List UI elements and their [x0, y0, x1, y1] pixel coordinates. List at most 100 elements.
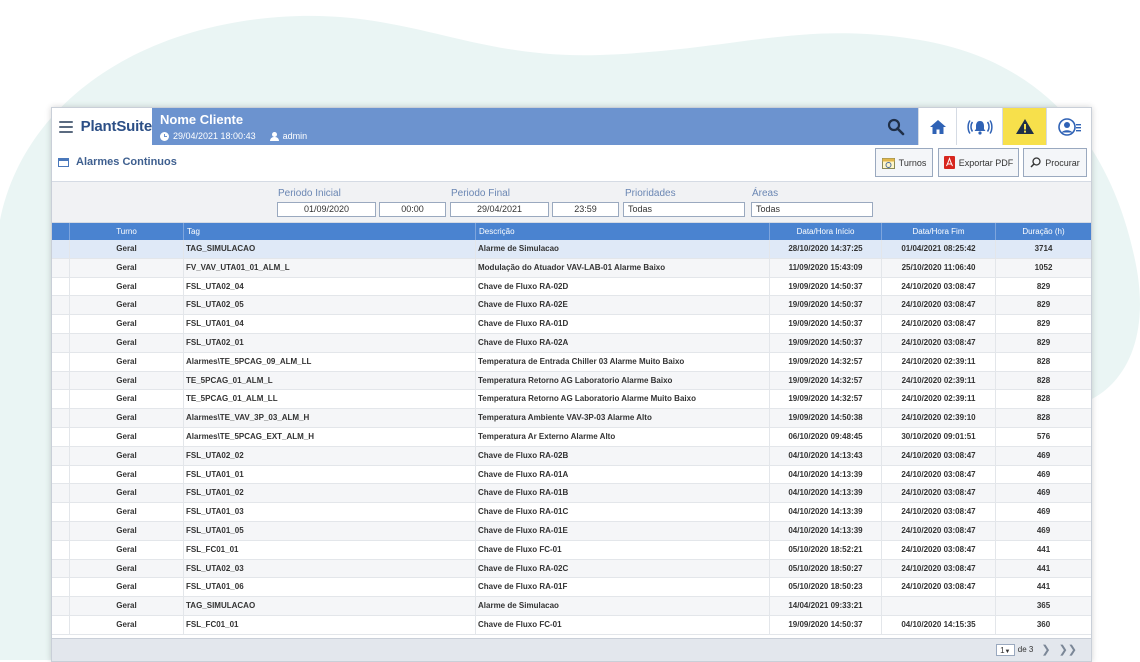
- cell-fim: 24/10/2020 03:08:47: [882, 484, 996, 503]
- table-row[interactable]: Geral TAG_SIMULACAO Alarme de Simulacao 28/…: [52, 240, 1091, 259]
- user-icon: [269, 131, 279, 141]
- cell-duracao: 829: [1036, 281, 1051, 291]
- row-spacer: [52, 296, 70, 315]
- row-spacer: [52, 521, 70, 540]
- row-spacer: [52, 427, 70, 446]
- cell-inicio: 04/10/2020 14:13:39: [770, 484, 882, 503]
- cell-fim: 24/10/2020 02:39:11: [882, 371, 996, 390]
- cell-duracao: 469: [1036, 469, 1051, 479]
- periodo-final-time-input[interactable]: 23:59: [552, 202, 619, 217]
- column-duracao[interactable]: Duração (h): [996, 223, 1091, 240]
- table-row[interactable]: Geral FSL_UTA01_01 Chave de Fluxo RA-01A 04…: [52, 465, 1091, 485]
- table-row[interactable]: Geral TE_5PCAG_01_ALM_L Temperatura Retorn…: [52, 371, 1091, 391]
- cell-descricao: Chave de Fluxo RA-02E: [476, 296, 770, 315]
- cell-inicio: 19/09/2020 14:50:37: [770, 296, 882, 315]
- cell-fim: 24/10/2020 03:08:47: [882, 315, 996, 334]
- last-page-icon[interactable]: ❯❯: [1059, 643, 1077, 656]
- table-row[interactable]: Geral Alarmes\TE_5PCAG_EXT_ALM_H Temperatu…: [52, 427, 1091, 447]
- table-row[interactable]: Geral FSL_UTA02_05 Chave de Fluxo RA-02E 19…: [52, 296, 1091, 316]
- table-row[interactable]: Geral Alarmes\TE_5PCAG_09_ALM_LL Temperatu…: [52, 352, 1091, 372]
- column-turno[interactable]: Turno: [70, 223, 184, 240]
- table-row[interactable]: Geral FSL_UTA02_03 Chave de Fluxo RA-02C 05…: [52, 559, 1091, 579]
- cell-tag: Alarmes\TE_5PCAG_09_ALM_LL: [184, 352, 476, 371]
- table-row[interactable]: Geral FSL_FC01_01 Chave de Fluxo FC-01 05/1…: [52, 540, 1091, 560]
- cell-tag: FSL_UTA02_04: [184, 277, 476, 296]
- table-row[interactable]: Geral TE_5PCAG_01_ALM_LL Temperatura Retor…: [52, 390, 1091, 410]
- page-title: Alarmes Continuos: [58, 156, 177, 168]
- table-row[interactable]: Geral FSL_FC01_01 Chave de Fluxo FC-01 19/0…: [52, 615, 1091, 635]
- row-spacer: [52, 240, 70, 258]
- table-row[interactable]: Geral Alarmes\TE_VAV_3P_03_ALM_H Temperatu…: [52, 409, 1091, 428]
- cell-fim: 24/10/2020 03:08:47: [882, 296, 996, 315]
- next-page-icon[interactable]: ❯: [1041, 643, 1050, 656]
- cell-turno: Geral: [70, 597, 184, 616]
- cell-duracao: 828: [1036, 413, 1051, 423]
- table-body: Geral TAG_SIMULACAO Alarme de Simulacao 28/…: [52, 240, 1091, 638]
- cell-duracao: 828: [1036, 375, 1051, 385]
- export-pdf-label: Exportar PDF: [958, 157, 1014, 168]
- cell-descricao: Chave de Fluxo RA-01B: [476, 484, 770, 503]
- table-row[interactable]: Geral FSL_UTA01_02 Chave de Fluxo RA-01B 04…: [52, 484, 1091, 504]
- column-inicio[interactable]: Data/Hora Início: [770, 223, 882, 240]
- pdf-icon: [943, 156, 955, 169]
- cell-inicio: 14/04/2021 09:33:21: [770, 597, 882, 616]
- cell-inicio: 19/09/2020 14:50:37: [770, 277, 882, 296]
- areas-label: Áreas: [752, 188, 779, 199]
- page-toolbar: Alarmes Continuos Turnos Exportar PDF Pr…: [52, 145, 1091, 182]
- table-row[interactable]: Geral FSL_UTA02_02 Chave de Fluxo RA-02B 04…: [52, 446, 1091, 466]
- cell-fim: 30/10/2020 09:01:51: [882, 427, 996, 446]
- periodo-inicial-time-input[interactable]: 00:00: [379, 202, 446, 217]
- row-spacer: [52, 315, 70, 334]
- search-button[interactable]: [874, 108, 918, 145]
- cell-duracao: 576: [1036, 431, 1051, 441]
- table-row[interactable]: Geral FSL_UTA02_04 Chave de Fluxo RA-02D 19…: [52, 277, 1091, 297]
- periodo-final-date-input[interactable]: 29/04/2021: [450, 202, 549, 217]
- cell-descricao: Temperatura Ar Externo Alarme Alto: [476, 427, 770, 446]
- cell-fim: 01/04/2021 08:25:42: [882, 240, 996, 258]
- filter-bar: Periodo Inicial 01/09/2020 00:00 Periodo…: [52, 182, 1091, 223]
- row-spacer: [52, 352, 70, 371]
- home-icon: [930, 119, 946, 134]
- cell-turno: Geral: [70, 315, 184, 334]
- table-row[interactable]: Geral FSL_UTA01_04 Chave de Fluxo RA-01D 19…: [52, 315, 1091, 334]
- cell-inicio: 04/10/2020 14:13:39: [770, 465, 882, 484]
- areas-select[interactable]: Todas: [751, 202, 873, 217]
- row-spacer: [52, 540, 70, 559]
- cell-duracao: 365: [1036, 601, 1051, 611]
- cell-descricao: Chave de Fluxo RA-02D: [476, 277, 770, 296]
- prioridades-select[interactable]: Todas: [623, 202, 745, 217]
- column-fim[interactable]: Data/Hora Fim: [882, 223, 996, 240]
- table-row[interactable]: Geral TAG_SIMULACAO Alarme de Simulacao 14/…: [52, 597, 1091, 616]
- cell-inicio: 04/10/2020 14:13:39: [770, 503, 882, 522]
- export-pdf-button[interactable]: Exportar PDF: [938, 148, 1019, 177]
- table-row[interactable]: Geral FSL_UTA01_03 Chave de Fluxo RA-01C 04…: [52, 503, 1091, 522]
- procurar-button[interactable]: Procurar: [1023, 148, 1087, 177]
- turnos-button[interactable]: Turnos: [875, 148, 933, 177]
- user-menu-button[interactable]: [1046, 108, 1091, 145]
- cell-inicio: 19/09/2020 14:32:57: [770, 352, 882, 371]
- cell-fim: 24/10/2020 03:08:47: [882, 559, 996, 578]
- table-row[interactable]: Geral FV_VAV_UTA01_01_ALM_L Modulação do A…: [52, 258, 1091, 278]
- cell-fim: 24/10/2020 02:39:10: [882, 409, 996, 428]
- alarms-button[interactable]: [956, 108, 1003, 145]
- magnifier-icon: [1030, 157, 1041, 168]
- periodo-inicial-date-input[interactable]: 01/09/2020: [277, 202, 376, 217]
- home-button[interactable]: [918, 108, 957, 145]
- cell-turno: Geral: [70, 484, 184, 503]
- page-select[interactable]: 1▼: [995, 643, 1015, 656]
- cell-inicio: 19/09/2020 14:50:38: [770, 409, 882, 428]
- table-row[interactable]: Geral FSL_UTA01_05 Chave de Fluxo RA-01E 04…: [52, 521, 1091, 541]
- cell-duracao: 469: [1036, 488, 1051, 498]
- cell-turno: Geral: [70, 277, 184, 296]
- column-tag[interactable]: Tag: [184, 223, 476, 240]
- cell-fim: 24/10/2020 03:08:47: [882, 277, 996, 296]
- hamburger-menu-icon[interactable]: [59, 120, 73, 133]
- table-row[interactable]: Geral FSL_UTA01_06 Chave de Fluxo RA-01F 05…: [52, 578, 1091, 598]
- warnings-button[interactable]: [1002, 108, 1047, 145]
- table-row[interactable]: Geral FSL_UTA02_01 Chave de Fluxo RA-02A 19…: [52, 333, 1091, 353]
- cell-duracao: 828: [1036, 394, 1051, 404]
- row-spacer: [52, 484, 70, 503]
- column-descricao[interactable]: Descrição: [476, 223, 770, 240]
- cell-tag: TAG_SIMULACAO: [184, 597, 476, 616]
- current-user: admin: [282, 131, 308, 141]
